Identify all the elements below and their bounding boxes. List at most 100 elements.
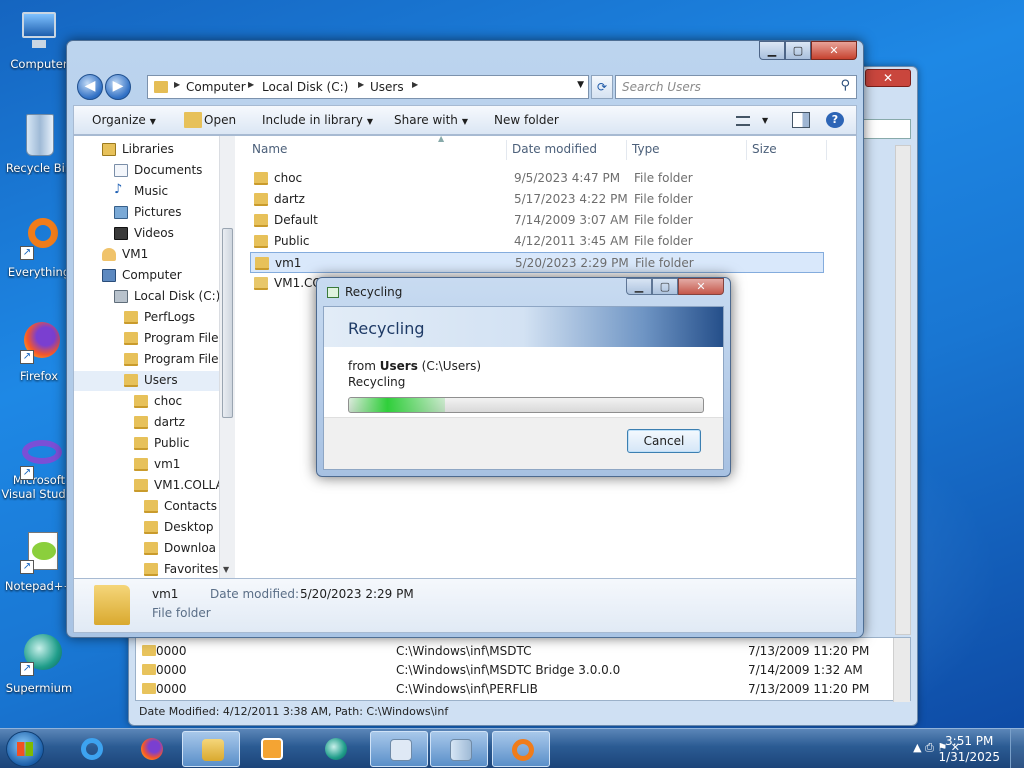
forward-button[interactable]: ▶ bbox=[105, 74, 131, 100]
cancel-button[interactable]: Cancel bbox=[627, 429, 701, 453]
music-icon: ♪ bbox=[114, 182, 123, 197]
details-pane: vm1 File folder Date modified: 5/20/2023… bbox=[73, 579, 857, 633]
vid-icon bbox=[114, 227, 128, 240]
file-row[interactable]: vm1 5/20/2023 2:29 PM File folder bbox=[250, 252, 824, 273]
scroll-down-icon[interactable]: ▼ bbox=[223, 565, 229, 574]
recycling-dialog[interactable]: Recycling ▁ ▢ ✕ Recycling from Users (C:… bbox=[316, 277, 731, 477]
firefox-icon bbox=[141, 738, 163, 760]
column-divider[interactable] bbox=[746, 140, 747, 160]
dialog-close-button[interactable]: ✕ bbox=[678, 278, 724, 295]
preview-pane-icon[interactable] bbox=[792, 112, 810, 128]
search-input[interactable]: Search Users ⚲ bbox=[615, 75, 857, 99]
background-window-close-button[interactable]: ✕ bbox=[865, 69, 911, 87]
dialog-body: Recycling from Users (C:\Users) Recyclin… bbox=[323, 306, 724, 470]
column-header-type[interactable]: Type bbox=[632, 142, 660, 156]
back-button[interactable]: ◀ bbox=[77, 74, 103, 100]
dialog-maximize-button[interactable]: ▢ bbox=[652, 278, 678, 295]
dialog-minimize-button[interactable]: ▁ bbox=[626, 278, 652, 295]
sort-ascending-icon: ▲ bbox=[438, 134, 445, 143]
folder-icon bbox=[94, 585, 130, 625]
file-name: choc bbox=[274, 171, 303, 185]
dialog-status-text: Recycling bbox=[348, 375, 406, 389]
view-options-icon[interactable] bbox=[736, 116, 750, 126]
taskbar-control-panel[interactable] bbox=[370, 731, 428, 767]
sidebar-item-label: Public bbox=[154, 436, 190, 450]
file-type: File folder bbox=[634, 213, 693, 227]
background-window-field[interactable] bbox=[863, 119, 911, 139]
breadcrumb-local-disk[interactable]: Local Disk (C:) bbox=[262, 80, 348, 94]
minimize-button[interactable]: ▁ bbox=[759, 41, 785, 60]
sidebar-item-label: VM1 bbox=[122, 247, 149, 261]
share-with-button[interactable]: Share with ▼ bbox=[394, 113, 468, 127]
list-item[interactable]: 0000 C:\Windows\inf\PERFLIB 7/13/2009 11… bbox=[136, 680, 890, 699]
column-divider[interactable] bbox=[506, 140, 507, 160]
file-row[interactable]: dartz 5/17/2023 4:22 PM File folder bbox=[250, 189, 824, 210]
windows-logo-icon bbox=[17, 742, 33, 756]
new-folder-button[interactable]: New folder bbox=[494, 113, 559, 127]
folder-icon bbox=[154, 81, 168, 93]
navigation-pane-scrollbar[interactable]: ▼ bbox=[219, 136, 235, 578]
column-divider[interactable] bbox=[826, 140, 827, 160]
caption-buttons: ▁ ▢ ✕ bbox=[759, 41, 857, 60]
taskbar-supermium[interactable] bbox=[306, 731, 364, 767]
taskbar-firefox[interactable] bbox=[122, 731, 180, 767]
details-date-label: Date modified: bbox=[210, 587, 300, 601]
folder-icon bbox=[124, 311, 138, 324]
breadcrumb-computer[interactable]: Computer bbox=[186, 80, 246, 94]
include-in-library-button[interactable]: Include in library ▼ bbox=[262, 113, 373, 127]
folder-icon bbox=[144, 563, 158, 576]
sidebar-item[interactable]: Users bbox=[74, 371, 219, 391]
file-row[interactable]: Public 4/12/2011 3:45 AM File folder bbox=[250, 231, 824, 252]
result-name: 0000 bbox=[156, 644, 187, 658]
scrollbar-thumb[interactable] bbox=[222, 228, 233, 418]
taskbar-media-player[interactable] bbox=[242, 731, 300, 767]
sidebar-item-label: VM1.COLLA bbox=[154, 478, 224, 492]
column-header-date-modified[interactable]: Date modified bbox=[512, 142, 597, 156]
file-type: File folder bbox=[634, 192, 693, 206]
dialog-source-text: from Users (C:\Users) bbox=[348, 359, 481, 373]
view-options-chevron-icon[interactable]: ▼ bbox=[762, 116, 768, 125]
maximize-button[interactable]: ▢ bbox=[785, 41, 811, 60]
address-dropdown-icon[interactable]: ▼ bbox=[577, 80, 584, 90]
column-divider[interactable] bbox=[626, 140, 627, 160]
desktop-icon-supermium[interactable]: ↗ Supermium bbox=[0, 632, 78, 695]
clock-date: 1/31/2025 bbox=[938, 750, 1000, 764]
sidebar-item-label: Users bbox=[144, 373, 178, 387]
file-name: Public bbox=[274, 234, 310, 248]
refresh-button[interactable]: ⟳ bbox=[591, 75, 613, 99]
sidebar-item-label: Program Files bbox=[144, 331, 225, 345]
column-header-name[interactable]: Name bbox=[252, 142, 287, 156]
background-window-scrollbar[interactable] bbox=[895, 145, 911, 635]
show-desktop-button[interactable] bbox=[1010, 729, 1024, 768]
taskbar-everything[interactable] bbox=[492, 731, 550, 767]
folder-icon bbox=[254, 235, 268, 248]
close-button[interactable]: ✕ bbox=[811, 41, 857, 60]
list-item[interactable]: 0000 C:\Windows\inf\MSDTC Bridge 3.0.0.0… bbox=[136, 661, 890, 680]
search-icon[interactable]: ⚲ bbox=[840, 78, 850, 93]
media-player-icon bbox=[261, 738, 283, 760]
taskbar-recycling-progress[interactable] bbox=[430, 731, 488, 767]
organize-button[interactable]: Organize ▼ bbox=[92, 113, 156, 127]
file-date: 5/17/2023 4:22 PM bbox=[514, 192, 628, 206]
column-header-size[interactable]: Size bbox=[752, 142, 777, 156]
taskbar-internet-explorer[interactable] bbox=[62, 731, 120, 767]
background-list-scrollbar[interactable] bbox=[893, 638, 910, 702]
file-row[interactable]: Default 7/14/2009 3:07 AM File folder bbox=[250, 210, 824, 231]
file-row[interactable]: choc 9/5/2023 4:47 PM File folder bbox=[250, 168, 824, 189]
open-button[interactable]: Open bbox=[204, 113, 236, 127]
file-name: vm1 bbox=[275, 256, 302, 270]
sidebar-item-label: vm1 bbox=[154, 457, 181, 471]
start-button[interactable] bbox=[6, 731, 44, 767]
result-path: C:\Windows\inf\MSDTC Bridge 3.0.0.0 bbox=[396, 663, 621, 677]
help-button[interactable]: ? bbox=[826, 112, 844, 128]
list-item[interactable]: 0000 C:\Windows\inf\MSDTC 7/13/2009 11:2… bbox=[136, 642, 890, 661]
system-clock[interactable]: 3:51 PM 1/31/2025 bbox=[938, 733, 1000, 765]
chevron-down-icon: ▼ bbox=[461, 117, 469, 126]
from-path: (C:\Users) bbox=[417, 359, 482, 373]
sidebar-item-label: Libraries bbox=[122, 142, 174, 156]
chevron-down-icon: ▼ bbox=[149, 117, 156, 126]
taskbar-windows-explorer[interactable] bbox=[182, 731, 240, 767]
recycle-bin-icon bbox=[16, 112, 62, 158]
breadcrumb-users[interactable]: Users bbox=[370, 80, 404, 94]
address-bar[interactable]: ▶ Computer ▶ Local Disk (C:) ▶ Users ▶ ▼ bbox=[147, 75, 589, 99]
